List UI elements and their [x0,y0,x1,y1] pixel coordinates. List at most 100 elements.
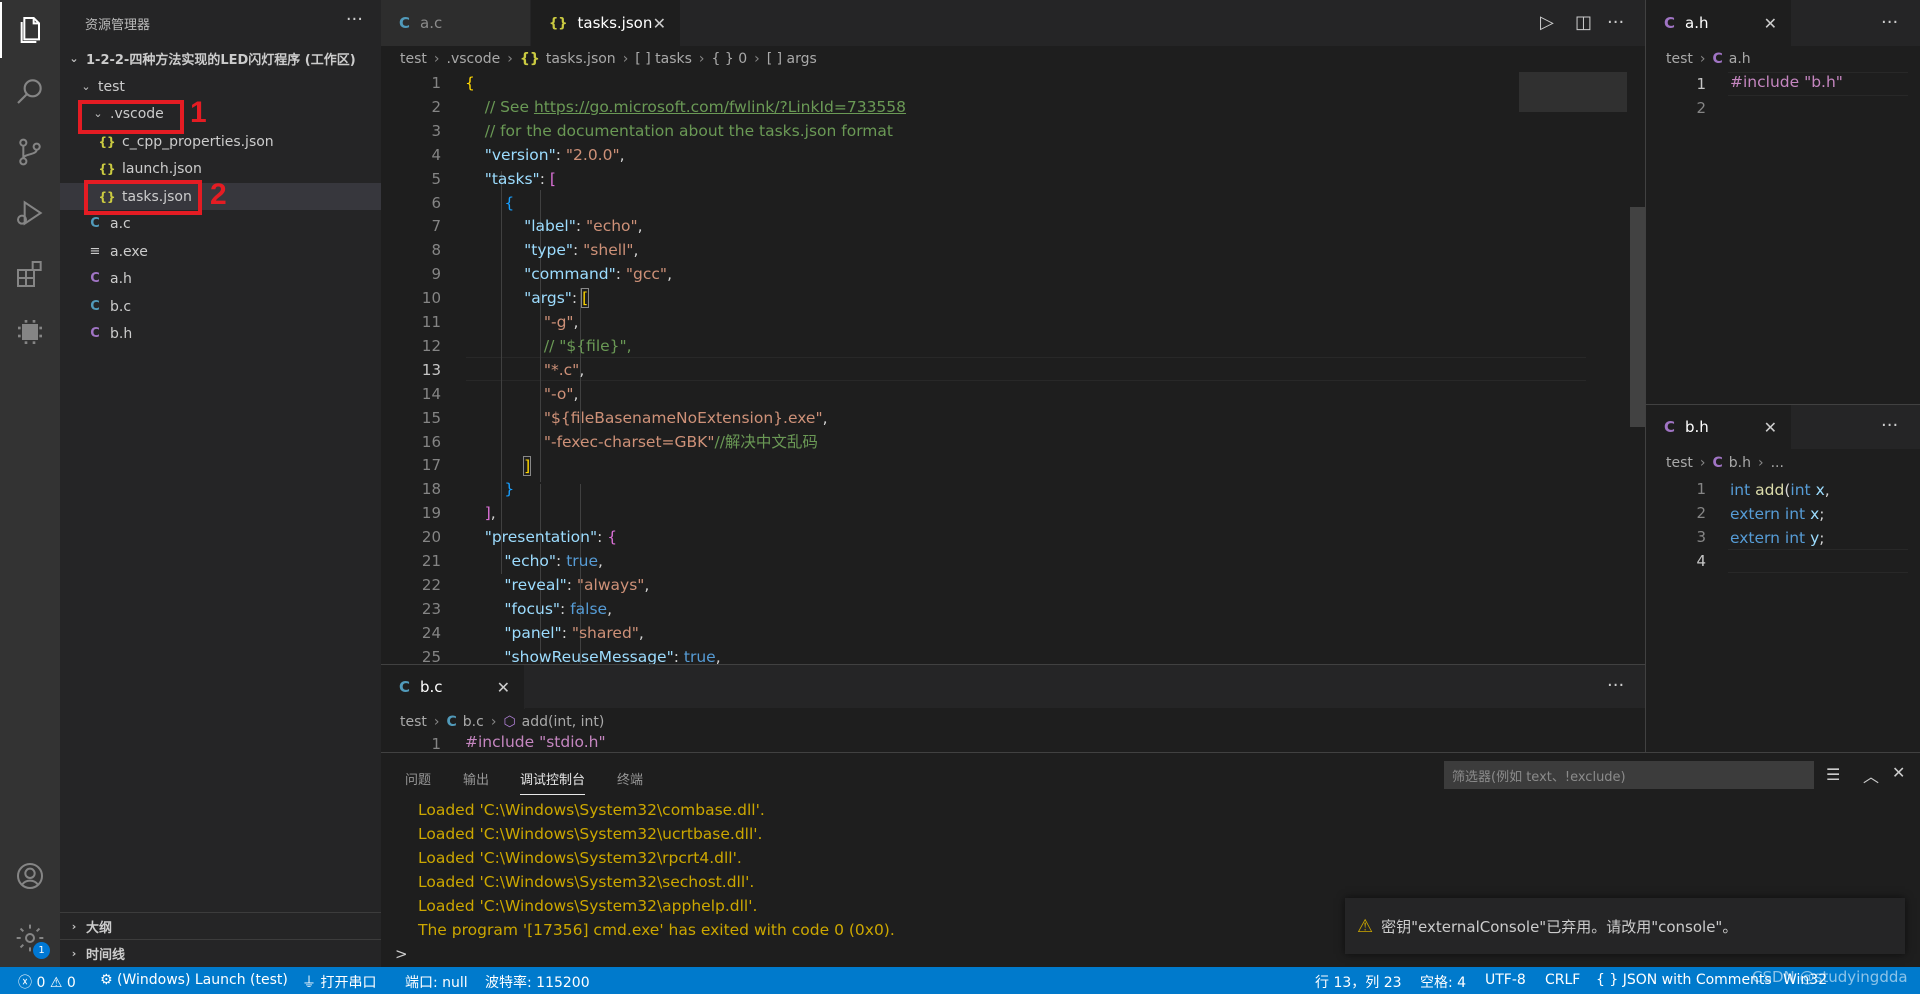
eol-status[interactable]: CRLF [1545,972,1580,988]
bc-editor[interactable]: 1 #include "stdio.h" [381,735,1645,752]
run-debug-icon[interactable] [0,185,60,241]
panel-tab-problems[interactable]: 问题 [405,769,431,788]
file-a-h[interactable]: C a.h [60,265,381,292]
breadcrumb-item[interactable]: test [400,51,427,67]
settings-gear-icon[interactable]: 1 [0,910,60,966]
folder-test[interactable]: ⌄ test [60,73,381,100]
timeline-label: 时间线 [86,947,126,963]
close-icon[interactable]: ✕ [497,678,510,697]
notification-toast[interactable]: ⚠ 密钥"externalConsole"已弃用。请改用"console"。 [1345,898,1905,954]
extensions-icon[interactable] [0,246,60,302]
minimap[interactable] [1519,72,1627,112]
error-icon: ⓧ [18,975,32,991]
breadcrumb: test › .vscode › {} tasks.json › [ ] tasks ›… [400,51,817,67]
debug-icon: ⚙ [100,972,113,988]
explorer-more-button[interactable]: ··· [346,9,363,30]
timeline-section[interactable]: › 时间线 [60,939,381,966]
chip-icon[interactable] [0,304,60,360]
filter-input[interactable]: 筛选器(例如 text、!exclude) [1444,761,1814,789]
chevron-right-icon: › [71,946,77,960]
maximize-panel-icon[interactable]: ︿ [1863,763,1879,787]
panel-tab-terminal[interactable]: 终端 [617,769,643,788]
more-actions-icon[interactable]: ··· [1881,12,1898,33]
breadcrumb-item[interactable]: b.c [463,714,484,730]
output-line: Loaded 'C:\Windows\System32\combase.dll'… [418,801,765,819]
vertical-scrollbar[interactable] [1630,207,1645,427]
line-number: 21 [421,552,441,570]
more-actions-icon[interactable]: ··· [1607,675,1624,696]
file-b-c[interactable]: C b.c [60,293,381,320]
word-wrap-icon[interactable]: ☰ [1826,765,1840,784]
close-icon[interactable]: ✕ [1764,418,1777,437]
h-file-icon: C [1664,418,1676,436]
outline-section[interactable]: › 大纲 [60,912,381,939]
folder-test-label: test [98,78,125,95]
c-file-icon: C [399,678,411,696]
chevron-down-icon: ⌄ [69,52,79,65]
close-panel-icon[interactable]: ✕ [1892,763,1905,782]
breadcrumb-item[interactable]: test [1666,51,1693,67]
close-icon[interactable]: ✕ [653,14,666,33]
indentation-status[interactable]: 空格: 4 [1420,972,1466,992]
line-number: 24 [421,623,441,642]
tab-a-h[interactable]: C a.h ✕ [1646,0,1792,46]
launch-config-status[interactable]: ⚙ (Windows) Launch (test) [100,972,288,988]
more-actions-icon[interactable]: ··· [1881,415,1898,436]
file-label: a.h [110,270,132,287]
line-number: 19 [421,504,441,523]
panel-tab-debug-console[interactable]: 调试控制台 [520,769,586,795]
split-editor-icon[interactable]: ◫ [1575,12,1592,33]
status-bar: ⓧ 0 ⚠ 0 ⚙ (Windows) Launch (test) ⏚ 打开串口… [0,967,1920,994]
close-icon[interactable]: ✕ [1764,14,1777,33]
output-line: Loaded 'C:\Windows\System32\apphelp.dll'… [418,897,758,915]
problems-status[interactable]: ⓧ 0 ⚠ 0 [18,972,76,992]
line-number: 5 [431,169,441,188]
breadcrumb-item[interactable]: tasks.json [546,51,616,67]
breadcrumb-item[interactable]: add(int, int) [522,714,605,730]
source-control-icon[interactable] [0,124,60,180]
tab-b-h[interactable]: C b.h ✕ [1646,405,1792,449]
run-icon[interactable]: ▷ [1540,12,1554,33]
breadcrumb-item[interactable]: test [1666,455,1693,471]
settings-badge: 1 [33,942,50,959]
tab-tasks-json[interactable]: {} tasks.json ✕ [531,0,681,46]
exe-file-icon: ≡ [89,244,101,259]
c-file-icon: C [90,299,100,314]
panel-tab-output[interactable]: 输出 [463,769,489,788]
breadcrumb-item[interactable]: a.h [1729,51,1751,67]
line-number: 17 [421,456,441,475]
tab-a-c[interactable]: C a.c [381,0,531,46]
file-label: launch.json [122,160,202,177]
breadcrumb-item[interactable]: [ ] tasks [635,51,692,67]
warning-count: 0 [66,975,76,991]
port-status[interactable]: 端口: null [405,972,468,992]
breadcrumb-item[interactable]: { } 0 [712,51,748,67]
json-file-icon: {} [519,51,540,67]
encoding-status[interactable]: UTF-8 [1485,972,1526,988]
console-prompt[interactable]: > [395,945,408,963]
baud-status[interactable]: 波特率: 115200 [485,972,590,992]
search-icon[interactable] [0,63,60,119]
explorer-icon[interactable] [0,2,60,58]
more-actions-icon[interactable]: ··· [1607,12,1624,33]
account-icon[interactable] [0,848,60,904]
breadcrumb-item[interactable]: b.h [1729,455,1751,471]
breadcrumb-item[interactable]: test [400,714,427,730]
breadcrumb-item[interactable]: ... [1771,455,1784,471]
cursor-position-status[interactable]: 行 13，列 23 [1315,972,1402,992]
json-file-icon: {} [549,15,568,31]
tab-b-c[interactable]: C b.c ✕ [381,665,525,709]
tasks-json-editor[interactable]: 1 2 3 4 5 6 7 8 9 10 11 12 13 14 15 16 17 18 19 20 21 22 23 24 2… [381,72,1645,664]
line-number: 7 [431,217,441,236]
tab-label: a.c [420,14,443,32]
bc-breadcrumb: test › C b.c › ⬡ add(int, int) [400,714,605,730]
file-b-h[interactable]: C b.h [60,320,381,347]
annotation-box-1 [78,100,184,134]
tab-label: b.h [1685,418,1709,436]
breadcrumb-item[interactable]: .vscode [447,51,501,67]
serial-port-status[interactable]: ⏚ 打开串口 [302,972,376,992]
language-mode-status[interactable]: { } JSON with Comments [1596,972,1772,988]
workspace-root[interactable]: ⌄ 1-2-2-四种方法实现的LED闪灯程序 (工作区) [60,45,381,72]
breadcrumb-item[interactable]: [ ] args [767,51,817,67]
file-a-exe[interactable]: ≡ a.exe [60,238,381,265]
